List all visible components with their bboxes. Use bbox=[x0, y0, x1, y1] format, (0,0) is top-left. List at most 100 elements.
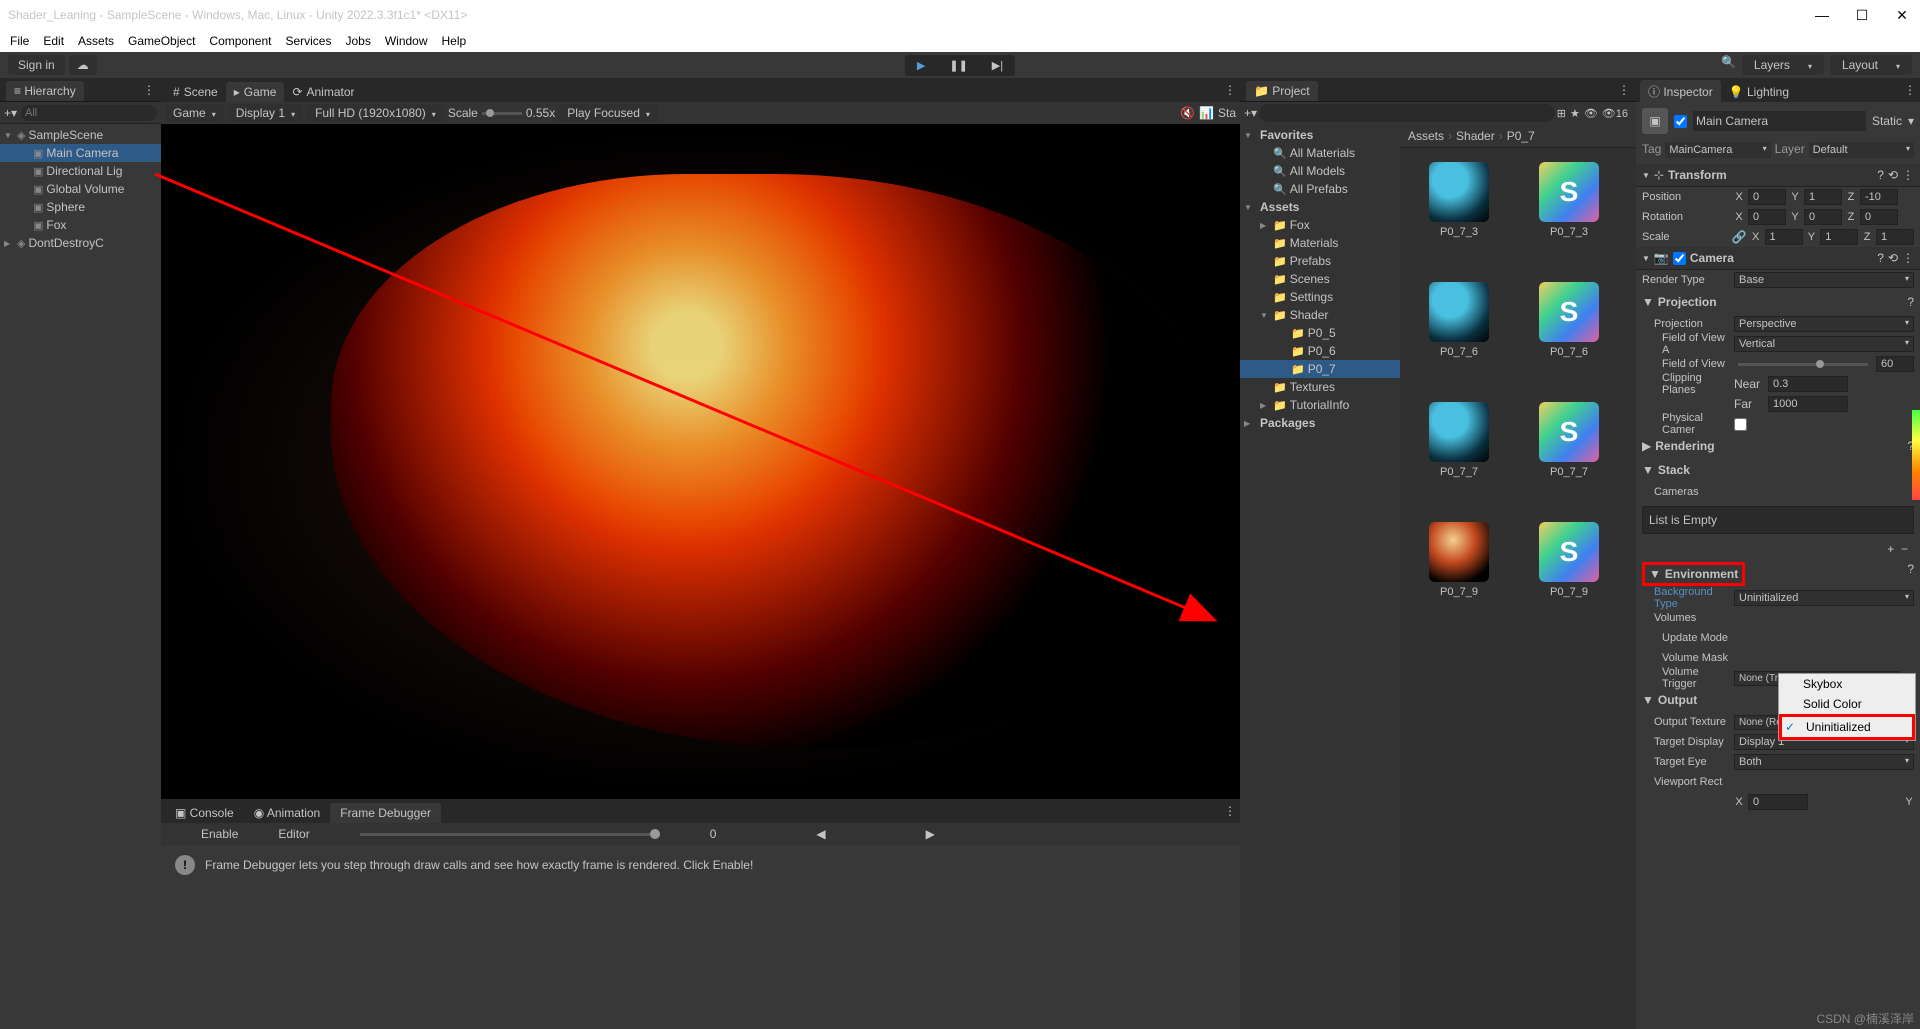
menu-window[interactable]: Window bbox=[385, 34, 428, 48]
project-search[interactable] bbox=[1259, 104, 1555, 122]
rot-z[interactable] bbox=[1860, 209, 1898, 225]
hierarchy-item[interactable]: ▣Main Camera bbox=[0, 144, 161, 162]
step-button-icon[interactable]: ▶| bbox=[980, 55, 1015, 76]
tab-lighting[interactable]: 💡 Lighting bbox=[1721, 82, 1797, 102]
pos-y[interactable] bbox=[1804, 189, 1842, 205]
favorite-icon[interactable]: ★ bbox=[1570, 107, 1580, 120]
tab-inspector[interactable]: ⓘ Inspector bbox=[1640, 80, 1721, 103]
menu-jobs[interactable]: Jobs bbox=[345, 34, 370, 48]
project-tree-item[interactable]: ▼Favorites bbox=[1240, 126, 1400, 144]
layers-dropdown[interactable]: Layers bbox=[1742, 55, 1824, 75]
camera-header[interactable]: ▼📷 Camera ?⟲⋮ bbox=[1636, 247, 1920, 270]
help-icon[interactable]: ? bbox=[1907, 295, 1914, 309]
hierarchy-item[interactable]: ▣Sphere bbox=[0, 198, 161, 216]
project-menu-icon[interactable]: ⋮ bbox=[1618, 83, 1630, 97]
hierarchy-item[interactable]: ▣Fox bbox=[0, 216, 161, 234]
teye-dropdown[interactable]: Both bbox=[1734, 754, 1914, 770]
add-icon[interactable]: +▾ bbox=[4, 106, 17, 120]
far-input[interactable] bbox=[1768, 396, 1848, 412]
projection-section[interactable]: Projection bbox=[1658, 295, 1717, 309]
hierarchy-search[interactable] bbox=[21, 105, 157, 121]
physcam-checkbox[interactable] bbox=[1734, 418, 1747, 431]
menu-icon[interactable]: ⋮ bbox=[1902, 251, 1914, 265]
project-tree-item[interactable]: 🔍All Models bbox=[1240, 162, 1400, 180]
asset-cell[interactable]: SP0_7_9 bbox=[1524, 522, 1614, 622]
hierarchy-item[interactable]: ▣Directional Lig bbox=[0, 162, 161, 180]
menu-component[interactable]: Component bbox=[209, 34, 271, 48]
scl-y[interactable] bbox=[1820, 229, 1858, 245]
layer-dropdown[interactable]: Default bbox=[1809, 142, 1914, 158]
help-icon[interactable]: ? bbox=[1907, 562, 1914, 576]
asset-cell[interactable]: SP0_7_3 bbox=[1524, 162, 1614, 262]
resolution-dropdown[interactable]: Full HD (1920x1080) bbox=[307, 104, 444, 122]
asset-cell[interactable]: P0_7_7 bbox=[1414, 402, 1504, 502]
option-solidcolor[interactable]: Solid Color bbox=[1779, 694, 1915, 714]
help-icon[interactable]: ? bbox=[1877, 168, 1884, 182]
stack-section[interactable]: Stack bbox=[1658, 463, 1690, 477]
game-viewport[interactable] bbox=[161, 124, 1240, 799]
enable-button[interactable]: Enable bbox=[201, 827, 238, 841]
play-focused-dropdown[interactable]: Play Focused bbox=[559, 104, 658, 122]
scl-x[interactable] bbox=[1765, 229, 1803, 245]
tab-scene[interactable]: # Scene bbox=[165, 82, 226, 102]
rendertype-dropdown[interactable]: Base bbox=[1734, 272, 1914, 288]
gameobject-enabled-checkbox[interactable] bbox=[1674, 115, 1687, 128]
menu-gameobject[interactable]: GameObject bbox=[128, 34, 195, 48]
stats-icon[interactable]: 📊 bbox=[1199, 106, 1214, 120]
help-icon[interactable]: ? bbox=[1877, 251, 1884, 265]
tab-console[interactable]: ▣ Console bbox=[165, 803, 244, 823]
layout-dropdown[interactable]: Layout bbox=[1830, 55, 1912, 75]
link-icon[interactable]: 🔗 bbox=[1732, 230, 1747, 244]
menu-services[interactable]: Services bbox=[285, 34, 331, 48]
rendering-section[interactable]: Rendering bbox=[1655, 439, 1714, 453]
asset-cell[interactable]: P0_7_3 bbox=[1414, 162, 1504, 262]
tag-dropdown[interactable]: MainCamera bbox=[1665, 142, 1770, 158]
display-dropdown[interactable]: Display 1 bbox=[228, 104, 303, 122]
project-tree-item[interactable]: ▶Packages bbox=[1240, 414, 1400, 432]
option-uninitialized[interactable]: Uninitialized bbox=[1779, 714, 1915, 740]
fovaxis-dropdown[interactable]: Vertical bbox=[1734, 336, 1914, 352]
filter-icon[interactable]: ⊞ bbox=[1557, 107, 1566, 120]
hierarchy-tab[interactable]: ≡ Hierarchy bbox=[6, 81, 84, 101]
pos-z[interactable] bbox=[1860, 189, 1898, 205]
pause-button-icon[interactable]: ❚❚ bbox=[937, 55, 979, 76]
remove-camera-icon[interactable]: − bbox=[1901, 542, 1908, 556]
frame-slider[interactable] bbox=[360, 833, 660, 836]
option-skybox[interactable]: Skybox bbox=[1779, 674, 1915, 694]
signin-button[interactable]: Sign in bbox=[8, 55, 65, 75]
gameobject-icon[interactable]: ▣ bbox=[1642, 108, 1668, 134]
prev-icon[interactable]: ◀ bbox=[816, 827, 825, 841]
asset-cell[interactable]: SP0_7_7 bbox=[1524, 402, 1614, 502]
breadcrumb-p07[interactable]: P0_7 bbox=[1507, 129, 1535, 143]
bottom-menu-icon[interactable]: ⋮ bbox=[1224, 804, 1236, 818]
rot-x[interactable] bbox=[1748, 209, 1786, 225]
gameobject-name-input[interactable] bbox=[1693, 111, 1866, 131]
menu-icon[interactable]: ⋮ bbox=[1902, 168, 1914, 182]
project-tree-item[interactable]: 📁Settings bbox=[1240, 288, 1400, 306]
project-tree-item[interactable]: 📁P0_6 bbox=[1240, 342, 1400, 360]
tab-framedebugger[interactable]: Frame Debugger bbox=[330, 803, 441, 823]
project-tree-item[interactable]: 📁Scenes bbox=[1240, 270, 1400, 288]
hierarchy-item[interactable]: ▣Global Volume bbox=[0, 180, 161, 198]
menu-assets[interactable]: Assets bbox=[78, 34, 114, 48]
project-tree-item[interactable]: 📁Prefabs bbox=[1240, 252, 1400, 270]
hierarchy-item[interactable]: ▼◈SampleScene bbox=[0, 126, 161, 144]
project-tree-item[interactable]: 📁Textures bbox=[1240, 378, 1400, 396]
project-tree-item[interactable]: 📁Materials bbox=[1240, 234, 1400, 252]
hierarchy-item[interactable]: ▶◈DontDestroyC bbox=[0, 234, 161, 252]
near-input[interactable] bbox=[1768, 376, 1848, 392]
static-dropdown-icon[interactable]: ▾ bbox=[1908, 114, 1914, 128]
scl-z[interactable] bbox=[1876, 229, 1914, 245]
menu-file[interactable]: File bbox=[10, 34, 29, 48]
breadcrumb-assets[interactable]: Assets bbox=[1408, 129, 1444, 143]
project-tree-item[interactable]: ▶📁Fox bbox=[1240, 216, 1400, 234]
bgtype-dropdown[interactable]: Uninitialized bbox=[1734, 590, 1914, 606]
scene-menu-icon[interactable]: ⋮ bbox=[1224, 83, 1236, 97]
inspector-menu-icon[interactable]: ⋮ bbox=[1904, 83, 1916, 97]
hierarchy-menu-icon[interactable]: ⋮ bbox=[143, 83, 155, 97]
pos-x[interactable] bbox=[1748, 189, 1786, 205]
next-icon[interactable]: ▶ bbox=[926, 827, 935, 841]
play-button-icon[interactable]: ▶ bbox=[905, 55, 937, 76]
projection-dropdown[interactable]: Perspective bbox=[1734, 316, 1914, 332]
close-icon[interactable]: ✕ bbox=[1892, 7, 1912, 24]
